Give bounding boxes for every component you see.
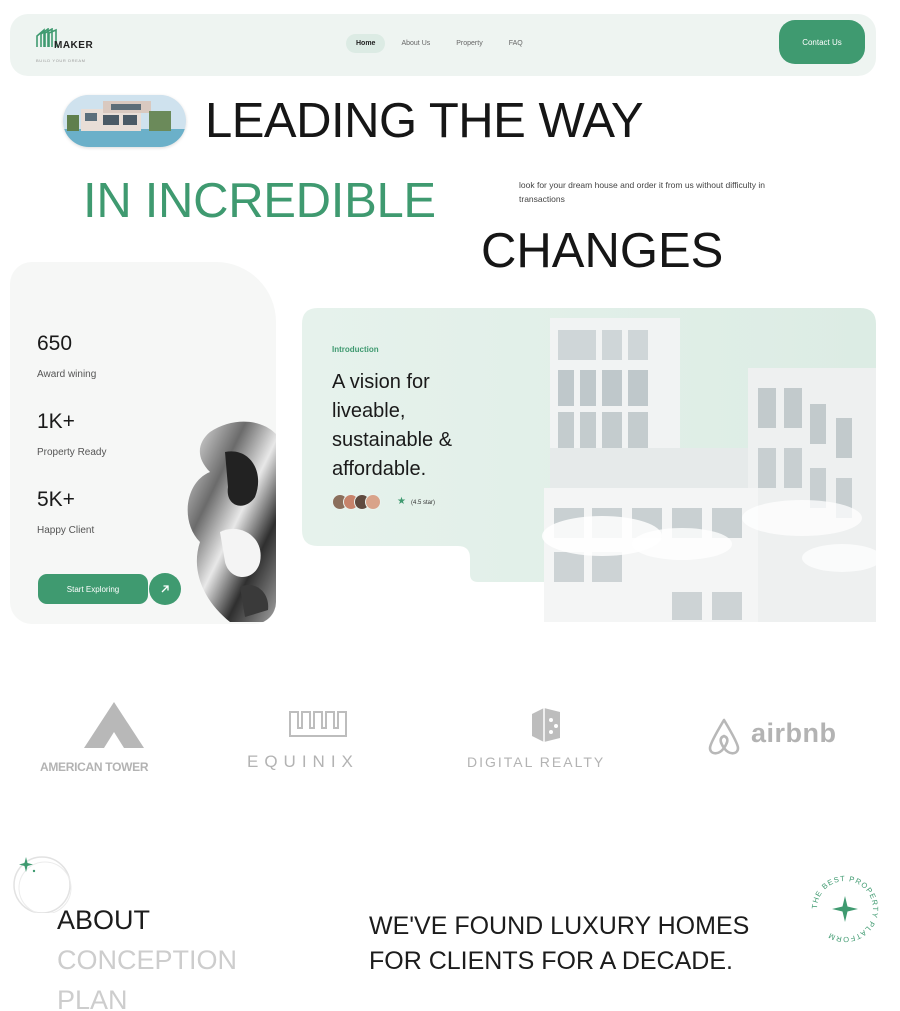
hero-heading-line-3: CHANGES [481, 224, 724, 278]
stat-clients-value: 5K+ [37, 488, 75, 511]
partner-logos: AMERICAN TOWER EQUINIX DIGITAL REALTY ai… [0, 690, 900, 790]
arrow-up-right-icon [161, 585, 169, 593]
about-tab-about[interactable]: ABOUT [57, 905, 150, 936]
about-tab-plan[interactable]: PLAN [57, 985, 128, 1011]
about-tab-conception[interactable]: CONCEPTION [57, 945, 237, 976]
hero-heading-line-1: LEADING THE WAY [205, 94, 644, 148]
sparkle-icon [832, 896, 858, 922]
tower-logo-icon [84, 702, 144, 748]
brand-tagline: BUILD YOUR DREAM [36, 58, 86, 63]
stat-property-value: 1K+ [37, 410, 75, 433]
intro-label: Introduction [332, 345, 379, 354]
nav-home[interactable]: Home [346, 34, 386, 53]
nav-faq[interactable]: FAQ [499, 34, 533, 53]
hero-heading-line-2: IN INCREDIBLE [83, 174, 436, 228]
stat-property-label: Property Ready [37, 447, 107, 458]
rating-text: (4.5 star) [411, 500, 436, 506]
contact-us-button[interactable]: Contact Us [779, 20, 865, 64]
hero-house-thumbnail [63, 95, 186, 147]
explore-arrow-button[interactable] [149, 573, 181, 605]
house-image [63, 95, 186, 147]
intro-title: A vision for liveable, sustainable & aff… [332, 371, 453, 480]
avatar [365, 494, 381, 510]
partner-airbnb: airbnb [751, 718, 837, 748]
airbnb-logo-icon [708, 718, 740, 755]
nav-property[interactable]: Property [446, 34, 492, 53]
chrome-sculpture-image [187, 421, 276, 622]
start-exploring-button[interactable]: Start Exploring [38, 574, 148, 604]
brand-logo[interactable]: MAKER BUILD YOUR DREAM [36, 28, 116, 68]
brand-name: MAKER [54, 40, 94, 51]
partner-american-tower: AMERICAN TOWER [40, 760, 149, 774]
stats-card: 650 Award wining 1K+ Property Ready 5K+ … [10, 262, 276, 624]
navbar: MAKER BUILD YOUR DREAM Home About Us Pro… [10, 14, 876, 76]
best-property-badge: THE BEST PROPERTY PLATFORM [810, 874, 879, 944]
stat-clients-label: Happy Client [37, 525, 95, 536]
star-icon: ★ [397, 496, 406, 507]
nav-about-us[interactable]: About Us [391, 34, 440, 53]
digital-realty-logo-icon [532, 708, 560, 742]
about-statement: WE'VE FOUND LUXURY HOMES FOR CLIENTS FOR… [369, 912, 750, 975]
hero-description: look for your dream house and order it f… [519, 180, 765, 204]
stat-awards-value: 650 [37, 332, 73, 355]
partner-equinix: EQUINIX [247, 752, 359, 771]
page-frame: MAKER BUILD YOUR DREAM Home About Us Pro… [0, 0, 900, 1011]
equinix-logo-icon [289, 711, 347, 737]
main-nav: Home About Us Property FAQ [346, 34, 533, 53]
partner-digital-realty: DIGITAL REALTY [467, 754, 606, 770]
sparkle-circle-icon [13, 856, 72, 913]
reviewer-avatars [332, 494, 381, 510]
stat-awards-label: Award wining [37, 369, 97, 380]
